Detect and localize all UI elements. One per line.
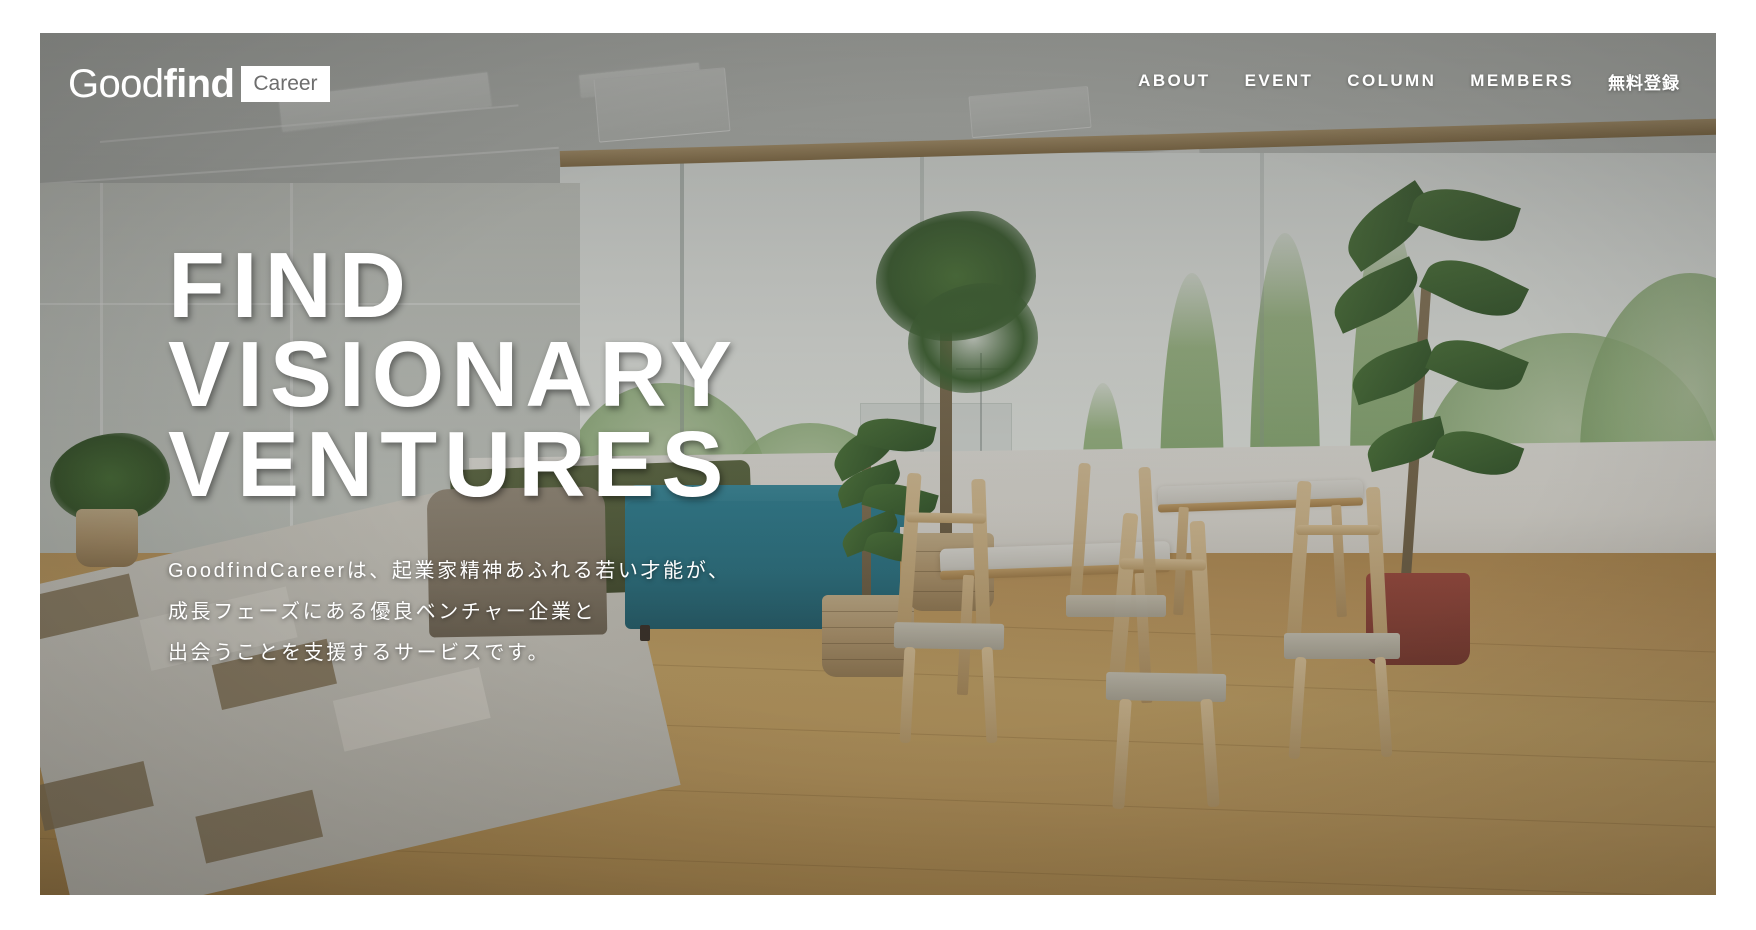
chair-leg bbox=[1112, 698, 1132, 810]
hero-lead-line-3: 出会うことを支援するサービスです。 bbox=[168, 642, 551, 665]
hero-headline-line-2: VISIONARY bbox=[168, 322, 740, 427]
nav-item-members[interactable]: MEMBERS bbox=[1470, 71, 1574, 91]
logo-word-good: Good bbox=[68, 62, 164, 106]
chair-seat bbox=[1066, 595, 1166, 617]
chair-leg bbox=[899, 646, 916, 744]
logo-wordmark: Goodfind bbox=[68, 62, 235, 106]
nav-item-register[interactable]: 無料登録 bbox=[1608, 69, 1680, 94]
hero-headline-line-1: FIND bbox=[168, 233, 413, 337]
nav-item-event[interactable]: EVENT bbox=[1245, 71, 1314, 91]
chair-back-post bbox=[896, 472, 922, 634]
dining-chair bbox=[1278, 480, 1404, 761]
chair-leg bbox=[1288, 656, 1307, 760]
chair-back-post bbox=[1069, 462, 1091, 604]
site-header: Goodfind Career ABOUT EVENT COLUMN MEMBE… bbox=[40, 33, 1716, 129]
chair-leg bbox=[981, 646, 998, 744]
logo-word-find: find bbox=[163, 62, 235, 106]
chair-leg bbox=[1200, 698, 1220, 808]
chair-back-post bbox=[1189, 520, 1214, 690]
site-logo[interactable]: Goodfind Career bbox=[68, 64, 330, 104]
chair-back-post bbox=[971, 478, 991, 638]
hero-headline: FIND VISIONARY VENTURES bbox=[168, 233, 740, 516]
page-root: Goodfind Career ABOUT EVENT COLUMN MEMBE… bbox=[0, 0, 1756, 930]
plant-pot bbox=[76, 509, 138, 567]
chair-back-rail bbox=[1296, 525, 1380, 535]
primary-nav: ABOUT EVENT COLUMN MEMBERS 無料登録 bbox=[1138, 69, 1680, 94]
carpet-accent-tile bbox=[40, 761, 154, 832]
chair-back-post bbox=[1365, 486, 1389, 648]
chair-back-post bbox=[1286, 480, 1312, 644]
carpet-accent-tile bbox=[195, 789, 324, 864]
hero-copy: FIND VISIONARY VENTURES GoodfindCareerは、… bbox=[168, 233, 740, 675]
hero-banner: Goodfind Career ABOUT EVENT COLUMN MEMBE… bbox=[40, 33, 1716, 895]
dining-chair bbox=[1062, 462, 1172, 703]
hero-headline-line-3: VENTURES bbox=[168, 411, 731, 516]
hero-lead-line-2: 成長フェーズにある優良ベンチャー企業と bbox=[168, 600, 597, 623]
logo-badge-career: Career bbox=[241, 66, 330, 102]
hero-lead-paragraph: GoodfindCareerは、起業家精神あふれる若い才能が、 成長フェーズにあ… bbox=[168, 551, 739, 675]
nav-item-column[interactable]: COLUMN bbox=[1347, 71, 1436, 91]
chair-seat bbox=[1284, 633, 1400, 659]
chair-leg bbox=[1374, 656, 1393, 758]
chair-seat bbox=[893, 622, 1005, 650]
chair-back-post bbox=[1138, 466, 1158, 606]
dining-chair bbox=[888, 472, 1008, 744]
carpet-tile bbox=[332, 667, 491, 752]
nav-item-about[interactable]: ABOUT bbox=[1138, 71, 1210, 91]
chair-back-rail bbox=[905, 512, 987, 524]
hero-lead-line-1: GoodfindCareerは、起業家精神あふれる若い才能が、 bbox=[168, 559, 731, 582]
carpet-accent-tile bbox=[40, 573, 139, 642]
